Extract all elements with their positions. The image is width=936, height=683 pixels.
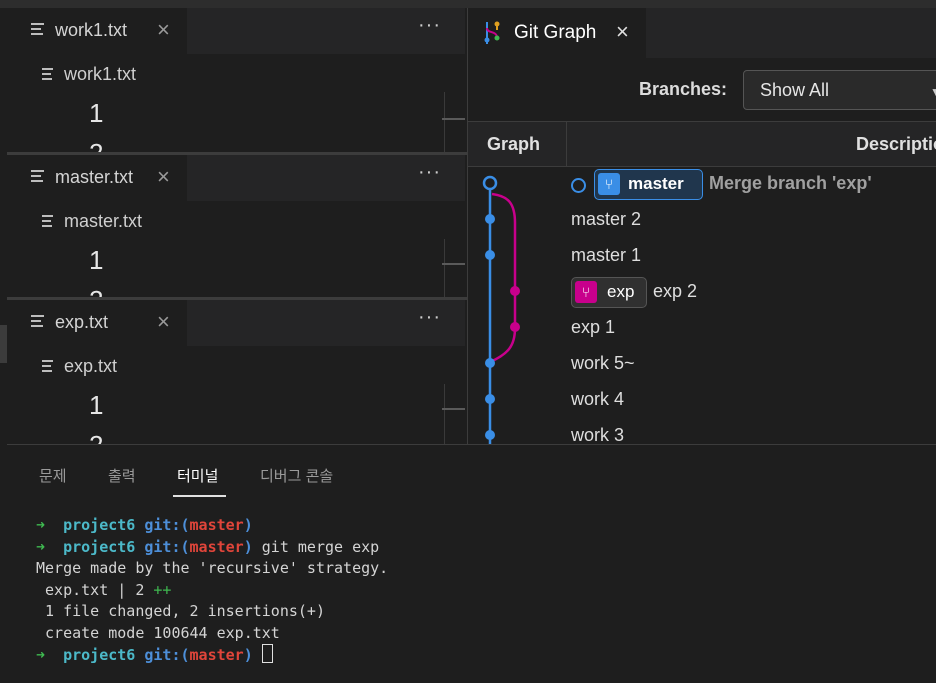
head-indicator-icon — [571, 178, 586, 193]
file-icon — [42, 215, 53, 227]
ruler — [444, 92, 445, 152]
file-icon — [42, 68, 53, 80]
close-icon[interactable]: × — [157, 17, 170, 43]
commit-message: exp 1 — [571, 317, 616, 337]
commit-node — [510, 286, 520, 296]
ruler — [444, 239, 445, 298]
git-graph-view: Git Graph × Branches: Show All ▼ Graph D… — [467, 8, 936, 444]
tab-terminal[interactable]: 터미널 — [177, 465, 218, 486]
commit-message: master 1 — [571, 245, 642, 265]
tab-label: work1.txt — [55, 20, 128, 40]
close-icon[interactable]: × — [616, 19, 629, 45]
commit-node — [485, 250, 495, 260]
editor-tabbar: exp.txt × ··· — [7, 300, 465, 346]
file-icon — [31, 170, 44, 182]
terminal-line: exp.txt | 2 ++ — [36, 580, 172, 599]
terminal-line: ➜ project6 git:(master) git merge exp — [36, 537, 380, 556]
commit-node — [485, 430, 495, 440]
terminal-line: 1 file changed, 2 insertions(+) — [36, 602, 325, 620]
branch-icon: ⑂ — [598, 173, 620, 195]
branch-icon: ⑂ — [575, 281, 597, 303]
editor-group-work1: work1.txt × ··· work1.txt 1 2 — [7, 8, 465, 153]
title-bar — [0, 0, 936, 8]
commit-message: work 3 — [571, 425, 625, 444]
branches-label: Branches: — [639, 79, 728, 99]
terminal-line: create mode 100644 exp.txt — [36, 623, 280, 642]
file-icon — [31, 23, 44, 35]
commit-message: exp 2 — [653, 281, 698, 301]
breadcrumb[interactable]: exp.txt — [64, 356, 117, 377]
branch-badge-master[interactable]: ⑂ master — [594, 169, 703, 200]
terminal-line: Merge made by the 'recursive' strategy. — [36, 559, 389, 577]
tab-problems[interactable]: 문제 — [39, 465, 67, 486]
commit-message: Merge branch 'exp' — [709, 173, 872, 193]
commit-graph — [482, 175, 520, 444]
line-number: 2 — [89, 430, 103, 444]
line-number: 1 — [89, 98, 104, 128]
active-tab-indicator — [173, 495, 226, 497]
line-number: 2 — [89, 138, 104, 153]
column-header-description: Description — [856, 134, 936, 154]
commit-node — [485, 394, 495, 404]
sash[interactable] — [0, 325, 7, 363]
more-actions-icon[interactable]: ··· — [418, 306, 441, 329]
bottom-panel: 문제 출력 터미널 디버그 콘솔 ➜ project6 git:(master)… — [7, 444, 936, 683]
breadcrumb[interactable]: work1.txt — [64, 64, 136, 85]
chevron-down-icon: ▼ — [930, 85, 936, 99]
commit-message: work 4 — [571, 389, 625, 409]
tab-debug-console[interactable]: 디버그 콘솔 — [260, 465, 333, 486]
close-icon[interactable]: × — [157, 309, 170, 335]
minimap-line — [442, 408, 465, 410]
file-icon — [42, 360, 53, 372]
editor-tab-master[interactable]: master.txt × — [7, 155, 187, 201]
commit-message: work 5~ — [571, 353, 635, 373]
terminal[interactable]: ➜ project6 git:(master) ➜ project6 git:(m… — [36, 515, 388, 667]
commit-message: master 2 — [571, 209, 642, 229]
branch-badge-label: master — [628, 174, 684, 193]
more-actions-icon[interactable]: ··· — [418, 14, 441, 37]
editor-tabbar: master.txt × ··· — [7, 155, 465, 201]
branches-dropdown[interactable]: Show All ▼ — [743, 70, 936, 110]
terminal-line: ➜ project6 git:(master) — [36, 644, 388, 667]
terminal-line: ➜ project6 git:(master) — [36, 516, 253, 534]
branch-badge-label: exp — [607, 282, 635, 301]
terminal-cursor — [261, 644, 273, 663]
tab-label: master.txt — [55, 167, 134, 187]
commit-node — [485, 358, 495, 368]
editor-group-exp: exp.txt × ··· exp.txt 1 2 — [7, 300, 465, 444]
editor-tab-work1[interactable]: work1.txt × — [7, 8, 187, 54]
breadcrumb[interactable]: master.txt — [64, 211, 142, 232]
line-number: 1 — [89, 245, 104, 275]
tab-output[interactable]: 출력 — [108, 465, 136, 486]
editor-group-master: master.txt × ··· master.txt 1 2 — [7, 155, 465, 298]
branches-dropdown-value: Show All — [760, 80, 830, 100]
commit-node — [510, 322, 520, 332]
branch-badge-exp[interactable]: ⑂ exp — [571, 277, 647, 308]
commit-node — [482, 175, 498, 191]
minimap-line — [442, 118, 465, 120]
file-icon — [31, 315, 44, 327]
commit-node — [485, 214, 495, 224]
minimap-line — [442, 263, 465, 265]
editor-tab-exp[interactable]: exp.txt × — [7, 300, 187, 346]
close-icon[interactable]: × — [157, 164, 170, 190]
line-number: 1 — [89, 390, 104, 420]
editor-tabbar: work1.txt × ··· — [7, 8, 465, 54]
more-actions-icon[interactable]: ··· — [418, 161, 441, 184]
ruler — [444, 384, 445, 444]
tab-label: exp.txt — [55, 312, 109, 332]
